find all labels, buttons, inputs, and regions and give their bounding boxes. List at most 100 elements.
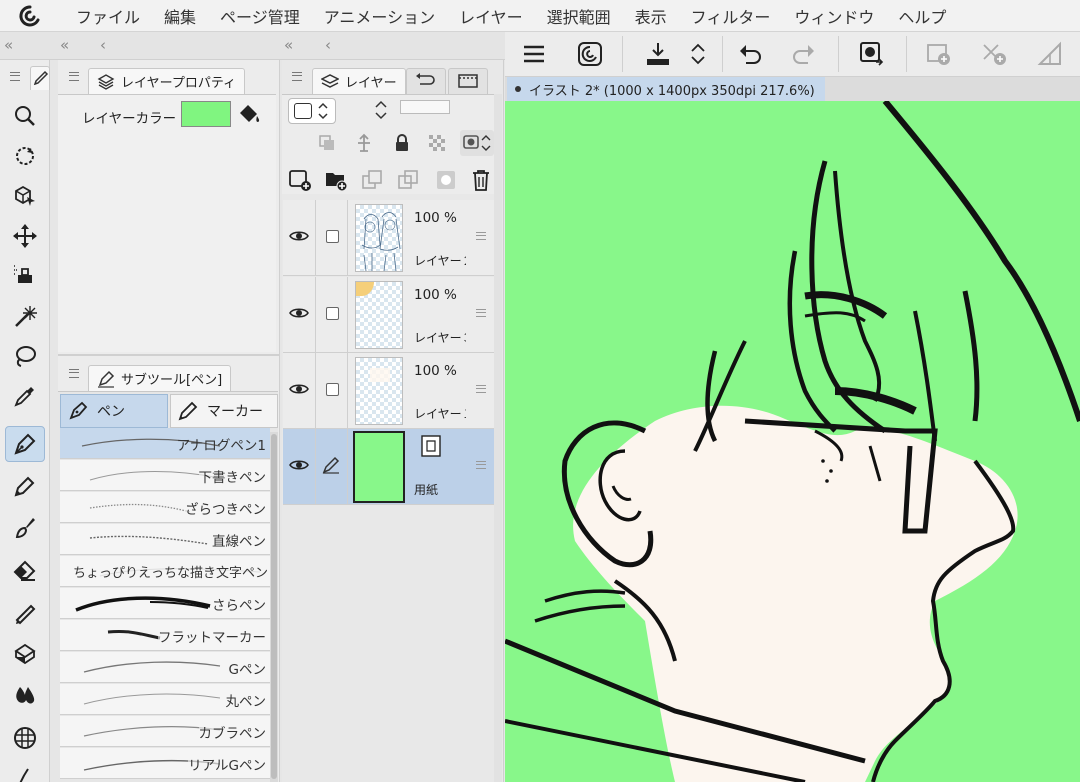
lasso-icon[interactable] — [5, 338, 45, 374]
layer-select-checkbox[interactable] — [326, 307, 339, 320]
eye-icon[interactable] — [289, 457, 309, 477]
brush-item[interactable]: 下書きペン — [60, 460, 270, 491]
tool-tab[interactable] — [30, 66, 50, 90]
layer-select-checkbox[interactable] — [326, 383, 339, 396]
grid-icon[interactable] — [5, 720, 45, 756]
brush-item[interactable]: さらペン — [60, 588, 270, 619]
updown-chevron-icon[interactable] — [374, 98, 388, 122]
lock-transparency-icon[interactable] — [428, 134, 446, 156]
drag-handle-icon[interactable] — [476, 309, 486, 317]
menu-selection[interactable]: 選択範囲 — [547, 4, 611, 28]
copy-layer-icon[interactable] — [360, 168, 384, 196]
eraser-icon[interactable] — [5, 552, 45, 588]
layer-row-paper[interactable]: 用紙 — [283, 429, 494, 505]
zoom-icon[interactable] — [5, 98, 45, 134]
layer-select-checkbox[interactable] — [326, 230, 339, 243]
move-icon[interactable] — [5, 218, 45, 254]
menu-edit[interactable]: 編集 — [164, 4, 196, 28]
tab-layer[interactable]: レイヤー — [312, 68, 406, 94]
eye-icon[interactable] — [289, 305, 309, 325]
menu-layer[interactable]: レイヤー — [459, 4, 523, 28]
menu-grip-icon[interactable] — [69, 369, 79, 378]
menu-animation[interactable]: アニメーション — [324, 4, 435, 28]
group-marker-button[interactable]: マーカー — [170, 394, 278, 428]
brush-item[interactable]: 丸ペン — [60, 684, 270, 715]
paste-transform-icon[interactable] — [974, 34, 1014, 74]
undo-icon[interactable] — [730, 34, 770, 74]
auto-select-icon[interactable] — [5, 298, 45, 334]
drag-handle-icon[interactable] — [476, 232, 486, 240]
brush-item[interactable]: ちょっぴりえっちな描き文字ペン — [60, 556, 270, 587]
menu-page[interactable]: ページ管理 — [220, 4, 300, 28]
brush-item[interactable]: カブラペン — [60, 716, 270, 747]
pencil-icon[interactable] — [5, 468, 45, 504]
brush-item[interactable]: アナログペン1 — [60, 428, 270, 459]
eye-icon[interactable] — [289, 381, 309, 401]
subtool-scrollbar[interactable] — [270, 432, 278, 782]
transform-selection-icon[interactable] — [852, 34, 892, 74]
brush-item[interactable]: リアルGペン — [60, 748, 270, 779]
brush-item[interactable]: Gペン — [60, 652, 270, 683]
airbrush-icon[interactable] — [5, 594, 45, 630]
eye-icon[interactable] — [289, 228, 309, 248]
reference-layer-icon[interactable] — [354, 133, 374, 157]
fill-icon[interactable] — [5, 258, 45, 294]
redo-icon[interactable] — [784, 34, 824, 74]
menu-file[interactable]: ファイル — [76, 4, 140, 28]
fill-bucket-icon[interactable] — [5, 678, 45, 714]
brush-item[interactable]: 直線ペン — [60, 524, 270, 555]
layer-row[interactable]: 100 % レイヤー２ — [283, 200, 494, 276]
menu-window[interactable]: ウィンドウ — [794, 4, 874, 28]
collapse-left-icon[interactable]: « — [60, 36, 69, 54]
rotate-icon[interactable] — [5, 138, 45, 174]
layer-color-swatch[interactable] — [181, 101, 231, 127]
blend-icon[interactable] — [5, 636, 45, 672]
pen-icon[interactable] — [5, 426, 45, 462]
new-raster-layer-icon[interactable] — [288, 168, 312, 196]
merge-layer-icon[interactable] — [396, 168, 420, 196]
document-tab[interactable]: イラスト 2* (1000 x 1400px 350dpi 217.6%) — [507, 77, 825, 101]
brush-icon[interactable] — [5, 510, 45, 546]
menu-filter[interactable]: フィルター — [691, 4, 771, 28]
blend-mode-select[interactable] — [288, 98, 336, 124]
menu-help[interactable]: ヘルプ — [898, 4, 946, 28]
tab-layer-property[interactable]: レイヤープロパティ — [88, 68, 246, 94]
add-layer-icon[interactable] — [918, 34, 958, 74]
scrollbar-thumb[interactable] — [271, 434, 277, 779]
eyedropper-icon[interactable] — [5, 378, 45, 414]
drag-handle-icon[interactable] — [476, 461, 486, 469]
trash-icon[interactable] — [470, 168, 492, 196]
brush-item[interactable]: ざらつきペン — [60, 492, 270, 523]
object-select-icon[interactable] — [5, 178, 45, 214]
drawing-canvas[interactable] — [505, 101, 1080, 782]
paint-bucket-icon[interactable] — [238, 103, 262, 129]
new-folder-icon[interactable] — [324, 168, 348, 196]
drag-handle-icon[interactable] — [476, 385, 486, 393]
layer-panel-scrollbar[interactable] — [494, 94, 502, 782]
updown-chevron-icon[interactable] — [678, 34, 718, 74]
lock-icon[interactable] — [394, 134, 410, 156]
brush-item[interactable]: フラットマーカー — [60, 620, 270, 651]
chevron-left-icon[interactable]: ‹ — [325, 36, 331, 54]
menu-grip-icon[interactable] — [10, 72, 20, 81]
tab-history[interactable] — [406, 68, 446, 94]
mask-mode-select[interactable] — [460, 130, 494, 156]
hamburger-menu-icon[interactable] — [514, 34, 554, 74]
group-pen-button[interactable]: ペン — [60, 394, 168, 428]
collapse-left-icon[interactable]: « — [284, 36, 293, 54]
layer-row[interactable]: 100 % レイヤー１ — [283, 353, 494, 429]
opacity-slider[interactable] — [400, 100, 450, 114]
menu-grip-icon[interactable] — [292, 72, 302, 81]
layer-row[interactable]: 100 % レイヤー３ — [283, 277, 494, 353]
collapse-left-icon[interactable]: « — [4, 36, 13, 54]
ruler-icon[interactable] — [5, 760, 45, 782]
save-icon[interactable] — [638, 34, 678, 74]
clip-lower-icon[interactable] — [318, 134, 336, 156]
tab-animation[interactable] — [448, 68, 488, 94]
layer-mask-icon[interactable] — [434, 168, 458, 196]
clip-studio-icon[interactable] — [570, 34, 610, 74]
clip-studio-logo-icon[interactable] — [0, 0, 60, 32]
ruler-triangle-icon[interactable] — [1030, 34, 1070, 74]
tab-subtool[interactable]: サブツール[ペン] — [88, 365, 232, 391]
chevron-left-icon[interactable]: ‹ — [100, 36, 106, 54]
